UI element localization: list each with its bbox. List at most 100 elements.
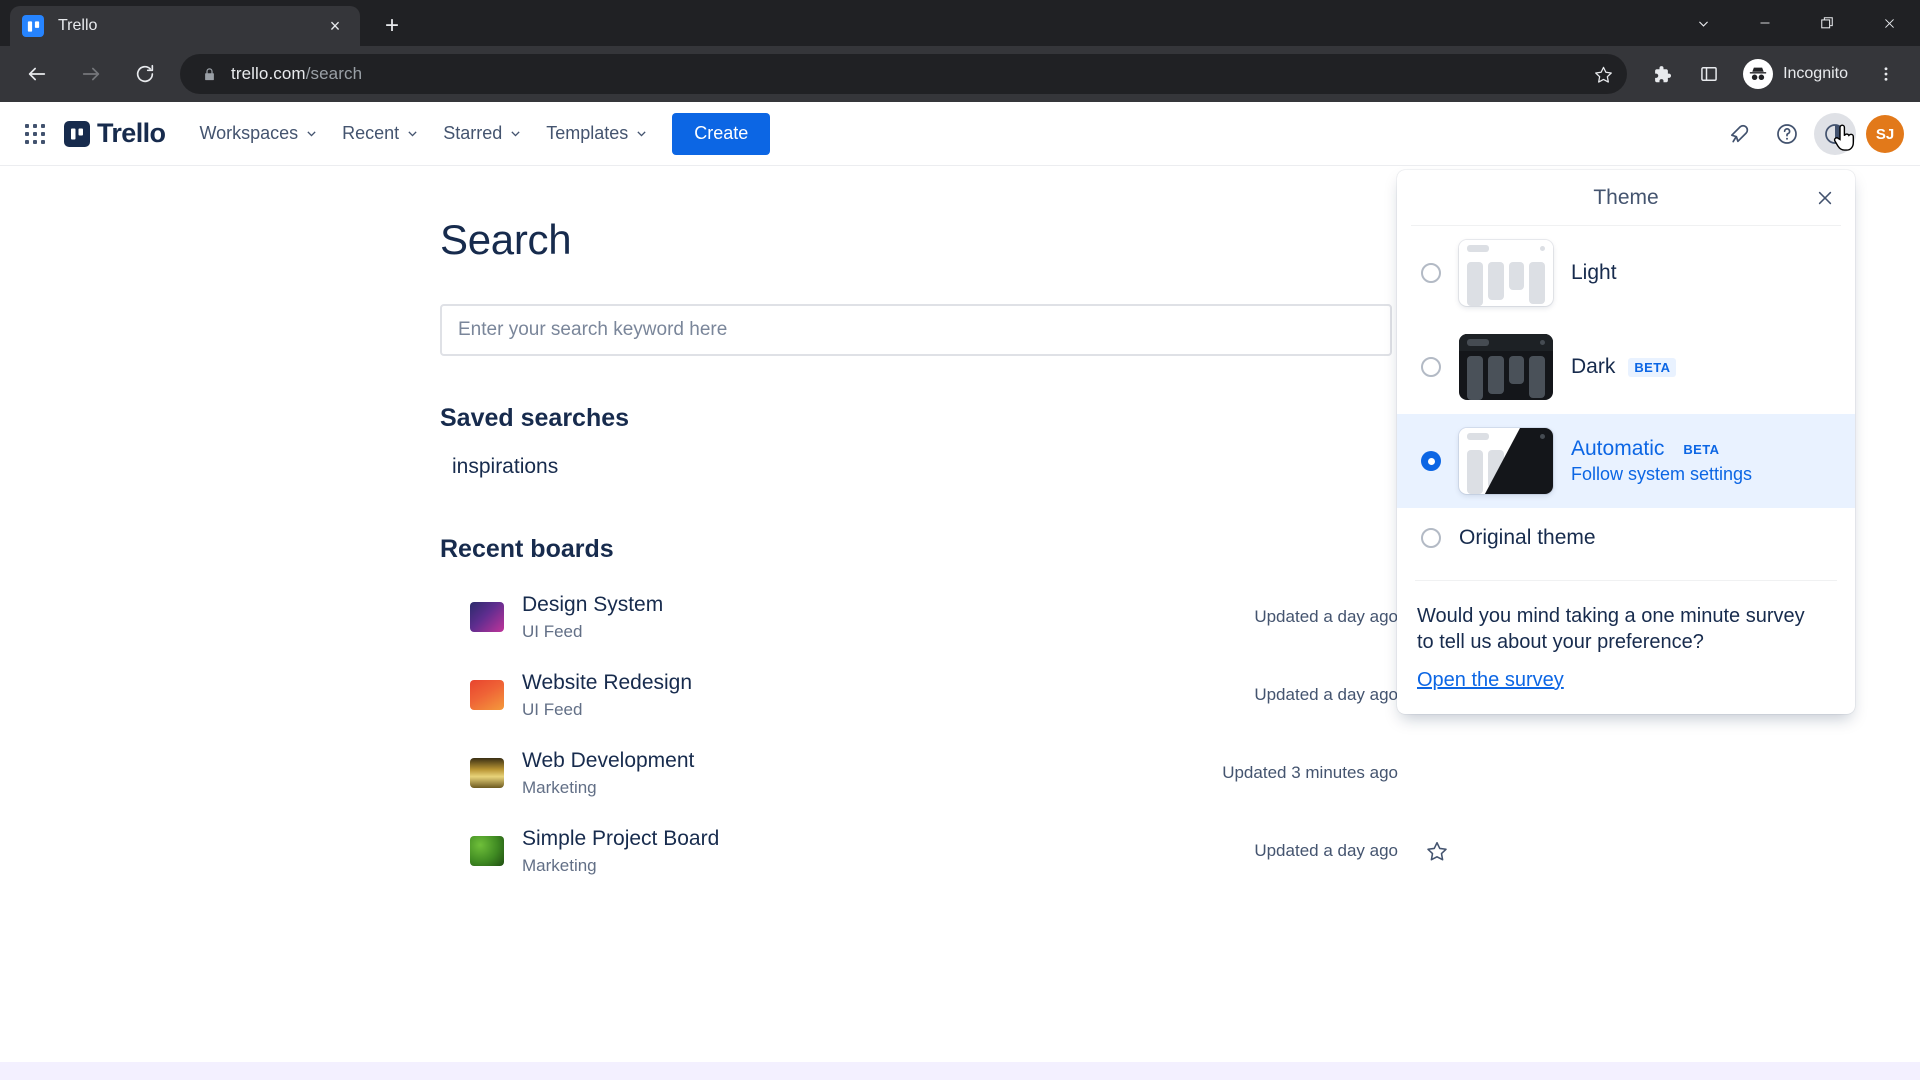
board-thumbnail bbox=[470, 758, 504, 788]
theme-option-dark-text: Dark BETA bbox=[1571, 355, 1677, 379]
chevron-down-icon bbox=[305, 127, 318, 140]
theme-option-dark[interactable]: Dark BETA bbox=[1397, 320, 1855, 414]
board-row[interactable]: Simple Project Board Marketing Updated a… bbox=[440, 812, 1462, 890]
bookmark-star-icon[interactable] bbox=[1587, 58, 1619, 90]
bottom-banner: Help us improve your search results! bbox=[0, 1062, 1920, 1080]
board-thumbnail bbox=[470, 680, 504, 710]
board-updated: Updated 3 minutes ago bbox=[1222, 763, 1398, 782]
theme-option-light-text: Light bbox=[1571, 261, 1617, 285]
address-bar[interactable]: trello.com/search bbox=[180, 54, 1628, 94]
theme-option-light[interactable]: Light bbox=[1397, 226, 1855, 320]
theme-popup: Theme Light Dark BETA Automatic BETA Fol… bbox=[1397, 170, 1855, 714]
open-survey-link[interactable]: Open the survey bbox=[1397, 655, 1564, 704]
back-button[interactable] bbox=[16, 53, 58, 95]
nav-starred[interactable]: Starred bbox=[431, 114, 534, 154]
trello-logo-text: Trello bbox=[97, 118, 166, 148]
avatar[interactable]: SJ bbox=[1866, 115, 1904, 153]
nav-recent[interactable]: Recent bbox=[330, 114, 431, 154]
create-button[interactable]: Create bbox=[672, 112, 771, 155]
theme-toggle-icon[interactable] bbox=[1814, 113, 1856, 155]
board-name: Design System bbox=[522, 593, 664, 617]
incognito-profile-button[interactable]: Incognito bbox=[1739, 56, 1862, 92]
board-name: Web Development bbox=[522, 749, 695, 773]
board-info: Design System UI Feed bbox=[522, 592, 1254, 641]
incognito-icon bbox=[1743, 59, 1774, 89]
lock-icon bbox=[202, 67, 217, 82]
chrome-menu-icon[interactable] bbox=[1866, 54, 1906, 94]
star-icon[interactable] bbox=[1420, 834, 1454, 868]
trello-logo-icon bbox=[64, 120, 90, 147]
close-tab-icon[interactable]: × bbox=[322, 13, 348, 39]
board-row[interactable]: Website Redesign UI Feed Updated a day a… bbox=[440, 656, 1462, 734]
nav-workspaces-label: Workspaces bbox=[199, 123, 299, 143]
window-controls bbox=[1672, 0, 1920, 46]
board-info: Web Development Marketing bbox=[522, 748, 1222, 797]
theme-option-automatic[interactable]: Automatic BETA Follow system settings bbox=[1397, 414, 1855, 508]
theme-option-sublabel: Follow system settings bbox=[1571, 464, 1753, 484]
theme-preview-split-overlay bbox=[1459, 428, 1553, 494]
header-right-actions: SJ bbox=[1718, 102, 1904, 166]
browser-chrome: Trello × + trello.com/search Incognito bbox=[0, 0, 1920, 102]
board-row[interactable]: Web Development Marketing Updated 3 minu… bbox=[440, 734, 1462, 812]
theme-preview-dot bbox=[1540, 434, 1545, 439]
forward-button[interactable] bbox=[70, 53, 112, 95]
extensions-icon[interactable] bbox=[1641, 54, 1681, 94]
board-org: Marketing bbox=[522, 777, 597, 797]
board-thumbnail bbox=[470, 602, 504, 632]
help-icon[interactable] bbox=[1766, 113, 1808, 155]
board-thumbnail bbox=[470, 836, 504, 866]
radio-automatic[interactable] bbox=[1421, 451, 1441, 471]
recent-boards-list: Design System UI Feed Updated a day ago … bbox=[440, 578, 1462, 890]
tab-search-chevron-icon[interactable] bbox=[1672, 0, 1734, 46]
address-bar-url: trello.com/search bbox=[231, 64, 362, 84]
nav-templates-label: Templates bbox=[546, 123, 629, 143]
browser-titlebar: Trello × + bbox=[0, 0, 1920, 46]
trello-favicon-icon bbox=[22, 15, 44, 37]
theme-preview-dark-icon bbox=[1459, 334, 1553, 400]
saved-search-item[interactable]: inspirations bbox=[440, 447, 568, 487]
search-box[interactable] bbox=[440, 304, 1392, 356]
nav-recent-label: Recent bbox=[342, 123, 400, 143]
chevron-down-icon bbox=[509, 127, 522, 140]
board-updated: Updated a day ago bbox=[1254, 607, 1398, 626]
trello-header: Trello Workspaces Recent Starred Templat… bbox=[0, 102, 1920, 166]
radio-dark[interactable] bbox=[1421, 357, 1441, 377]
board-info: Simple Project Board Marketing bbox=[522, 826, 1254, 875]
reload-button[interactable] bbox=[124, 53, 166, 95]
nav-workspaces[interactable]: Workspaces bbox=[187, 114, 330, 154]
minimize-window-button[interactable] bbox=[1734, 0, 1796, 46]
chevron-down-icon bbox=[635, 127, 648, 140]
theme-option-original-text: Original theme bbox=[1459, 526, 1596, 550]
theme-option-label: Dark bbox=[1571, 355, 1616, 378]
theme-option-label: Light bbox=[1571, 261, 1617, 284]
close-icon[interactable] bbox=[1805, 178, 1845, 218]
theme-option-label: Automatic bbox=[1571, 437, 1665, 460]
notifications-icon[interactable] bbox=[1718, 113, 1760, 155]
survey-text: Would you mind taking a one minute surve… bbox=[1417, 605, 1805, 653]
new-tab-button[interactable]: + bbox=[374, 8, 410, 44]
radio-original[interactable] bbox=[1421, 528, 1441, 548]
url-host: trello.com bbox=[231, 64, 306, 83]
board-row[interactable]: Design System UI Feed Updated a day ago bbox=[440, 578, 1462, 656]
theme-preview-automatic-icon bbox=[1459, 428, 1553, 494]
page-body: Search Saved searches inspirations Recen… bbox=[0, 166, 1920, 1080]
side-panel-icon[interactable] bbox=[1689, 54, 1729, 94]
board-name: Simple Project Board bbox=[522, 827, 720, 851]
theme-popup-title: Theme bbox=[1593, 185, 1659, 209]
close-window-button[interactable] bbox=[1858, 0, 1920, 46]
board-updated: Updated a day ago bbox=[1254, 685, 1398, 704]
theme-option-original[interactable]: Original theme bbox=[1397, 508, 1855, 568]
nav-templates[interactable]: Templates bbox=[534, 114, 660, 154]
board-updated: Updated a day ago bbox=[1254, 841, 1398, 860]
board-info: Website Redesign UI Feed bbox=[522, 670, 1254, 719]
search-input[interactable] bbox=[458, 319, 1374, 341]
incognito-label: Incognito bbox=[1783, 65, 1848, 82]
beta-badge: BETA bbox=[1683, 441, 1720, 457]
browser-tab[interactable]: Trello × bbox=[10, 6, 360, 46]
radio-light[interactable] bbox=[1421, 263, 1441, 283]
board-name: Website Redesign bbox=[522, 671, 693, 695]
app-switcher-icon[interactable] bbox=[18, 117, 52, 151]
trello-logo[interactable]: Trello bbox=[64, 118, 166, 149]
nav-starred-label: Starred bbox=[443, 123, 503, 143]
maximize-window-button[interactable] bbox=[1796, 0, 1858, 46]
